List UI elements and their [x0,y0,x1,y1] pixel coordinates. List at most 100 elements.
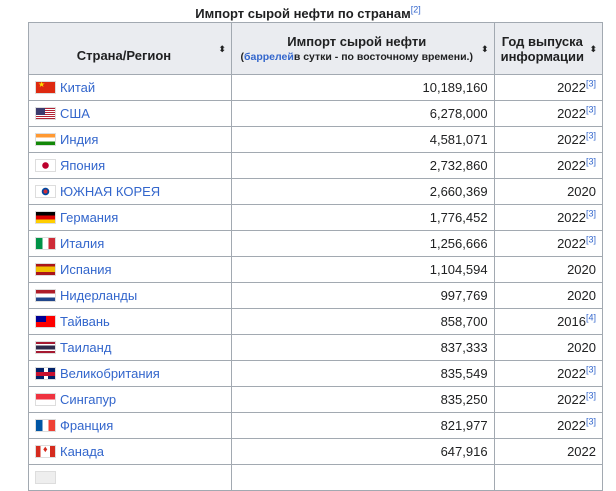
country-link[interactable]: Нидерланды [60,288,137,303]
year-cell: 2022[3] [493,204,604,231]
table-row: Канада 647,916 2022 [28,438,604,465]
table-row: Великобритания 835,549 2022[3] [28,360,604,387]
column-header-country[interactable]: Страна/Регион ⬍ [28,22,232,75]
sort-icon[interactable]: ⬍ [589,44,597,54]
year-cell: 2020 [493,282,604,309]
country-link[interactable]: Таиланд [60,340,111,355]
year-cell: 2022 [493,438,604,465]
table-row: Сингапур 835,250 2022[3] [28,386,604,413]
year-cell: 2022[3] [493,386,604,413]
flag-icon [35,263,56,276]
imports-cell: 835,549 [230,360,495,387]
year-cell: 2022[3] [493,230,604,257]
country-link[interactable]: Франция [60,418,113,433]
year-reference-link[interactable]: [3] [586,79,596,89]
country-cell: Италия [28,230,232,257]
year-cell [493,464,604,491]
year-reference-link[interactable]: [3] [586,391,596,401]
imports-cell: 997,769 [230,282,495,309]
year-cell: 2022[3] [493,74,604,101]
table-row: Китай10,189,1602022[3] [28,74,604,101]
year-value: 2022 [557,366,586,381]
flag-icon [35,81,56,94]
table-row: Таиланд 837,333 2020 [28,334,604,361]
table-row: Германия 1,776,452 2022[3] [28,204,604,231]
imports-cell: 1,776,452 [230,204,495,231]
table-row: Италия 1,256,666 2022[3] [28,230,604,257]
year-value: 2022 [557,106,586,121]
year-reference-link[interactable]: [3] [586,209,596,219]
year-reference-link[interactable]: [3] [586,365,596,375]
table-body: Китай10,189,1602022[3]США6,278,0002022[3… [28,74,604,491]
year-cell: 2022[3] [493,126,604,153]
year-reference-link[interactable]: [3] [586,417,596,427]
country-link[interactable]: Великобритания [60,366,160,381]
imports-cell: 837,333 [230,334,495,361]
oil-imports-table: Страна/Регион ⬍ Импорт сырой нефти (барр… [28,22,604,491]
imports-cell: 4,581,071 [230,126,495,153]
year-reference-link[interactable]: [3] [586,105,596,115]
sort-icon[interactable]: ⬍ [481,44,489,54]
flag-icon [35,393,56,406]
country-cell: Тайвань [28,308,232,335]
year-reference-link[interactable]: [4] [586,313,596,323]
year-value: 2022 [557,392,586,407]
imports-cell: 6,278,000 [230,100,495,127]
year-value: 2022 [557,80,586,95]
flag-icon [35,471,56,484]
country-cell: ЮЖНАЯ КОРЕЯ [28,178,232,205]
column-header-imports-label: Импорт сырой нефти [287,34,427,49]
year-value: 2020 [567,262,596,277]
flag-icon [35,211,56,224]
country-link[interactable]: Италия [60,236,104,251]
country-cell: Нидерланды [28,282,232,309]
country-cell: Германия [28,204,232,231]
caption-reference-link[interactable]: [2] [411,5,421,15]
country-link[interactable]: Китай [60,80,95,95]
flag-icon [35,341,56,354]
year-reference-link[interactable]: [3] [586,235,596,245]
country-cell: Китай [28,74,232,101]
country-link[interactable]: Испания [60,262,112,277]
country-link[interactable]: Германия [60,210,118,225]
country-link[interactable]: Индия [60,132,98,147]
column-header-year[interactable]: Год выпуска информации ⬍ [493,22,604,75]
country-link[interactable]: Канада [60,444,104,459]
flag-icon [35,367,56,380]
country-link[interactable]: ЮЖНАЯ КОРЕЯ [60,184,160,199]
year-value: 2022 [557,158,586,173]
imports-cell: 1,256,666 [230,230,495,257]
imports-cell: 10,189,160 [230,74,495,101]
country-link[interactable]: Япония [60,158,105,173]
country-cell [28,464,232,491]
country-link[interactable]: Тайвань [60,314,110,329]
year-reference-link[interactable]: [3] [586,157,596,167]
year-reference-link[interactable]: [3] [586,131,596,141]
year-value: 2020 [567,340,596,355]
sort-icon[interactable]: ⬍ [218,44,226,54]
country-cell: Франция [28,412,232,439]
country-cell: США [28,100,232,127]
year-cell: 2020 [493,334,604,361]
year-cell: 2022[3] [493,412,604,439]
flag-icon [35,107,56,120]
table-caption: Импорт сырой нефти по странам[2] [0,5,616,22]
column-header-imports[interactable]: Импорт сырой нефти (баррелейв сутки - по… [230,22,495,75]
country-cell: Великобритания [28,360,232,387]
year-cell: 2020 [493,256,604,283]
country-link[interactable]: Сингапур [60,392,116,407]
country-cell: Сингапур [28,386,232,413]
imports-cell: 647,916 [230,438,495,465]
country-cell: Испания [28,256,232,283]
imports-cell: 821,977 [230,412,495,439]
year-value: 2022 [567,444,596,459]
country-link[interactable]: США [60,106,90,121]
table-row-partial [28,464,604,491]
table-row: Испания 1,104,594 2020 [28,256,604,283]
year-value: 2016 [557,314,586,329]
table-row: Тайвань 858,700 2016[4] [28,308,604,335]
barrels-link[interactable]: баррелей [244,51,294,63]
year-value: 2020 [567,184,596,199]
country-cell: Канада [28,438,232,465]
imports-cell: 835,250 [230,386,495,413]
